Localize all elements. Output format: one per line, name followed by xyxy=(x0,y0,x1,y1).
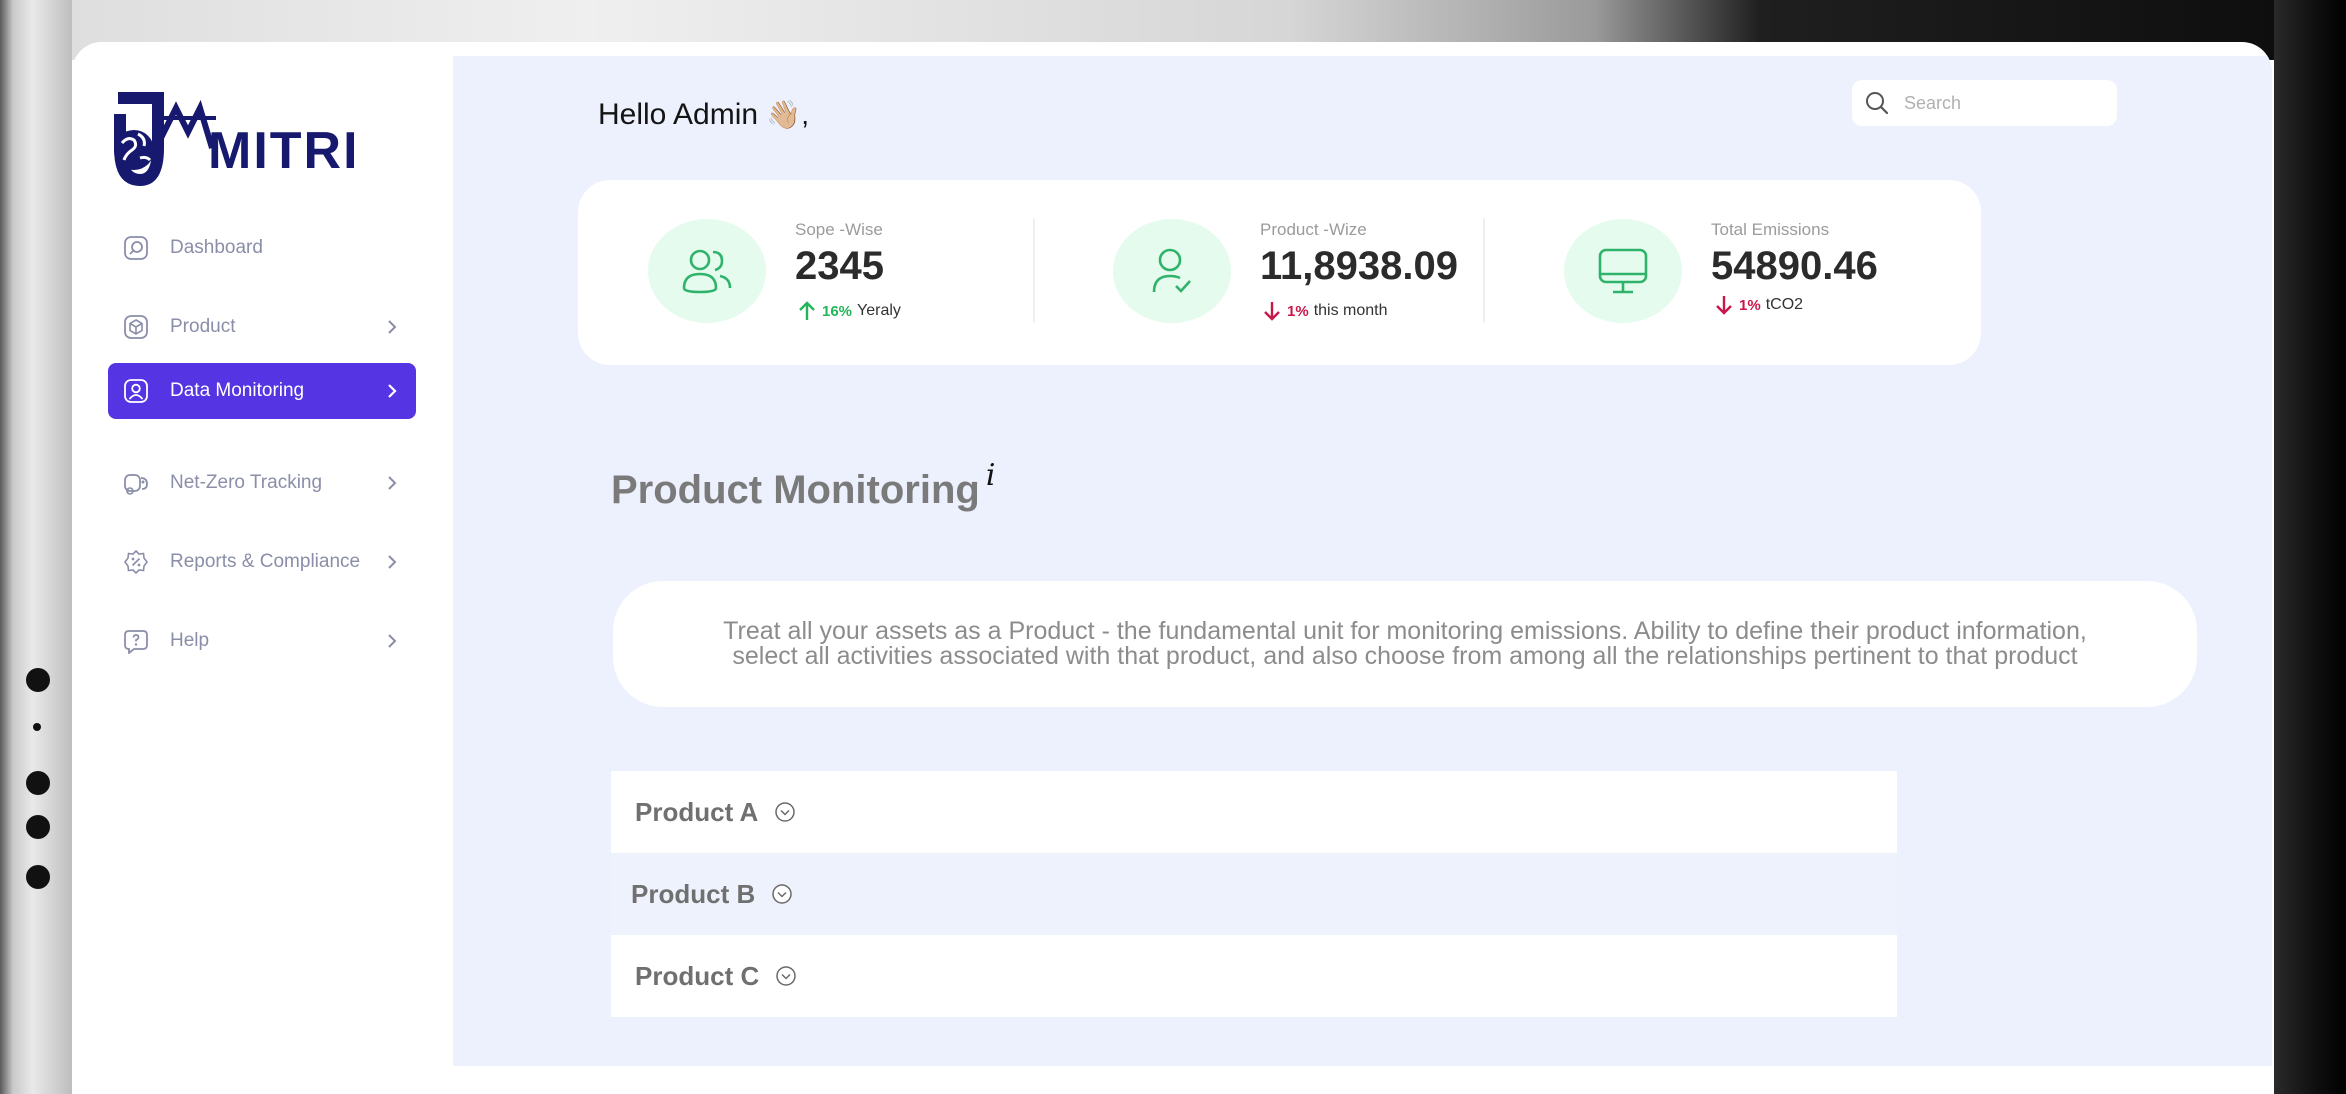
chevron-right-icon xyxy=(382,633,402,649)
sidebar-item-reports-compliance[interactable]: Reports & Compliance xyxy=(108,534,416,590)
stat-product-wise: Product -Wize 11,8938.09 1% this month xyxy=(1038,180,1488,365)
main-content: Hello Admin 👋🏼, Sope -Wise 2345 16% Yera… xyxy=(453,56,2272,1066)
stat-value: 2345 xyxy=(795,244,884,288)
sidebar-item-label: Net-Zero Tracking xyxy=(170,472,323,493)
monitor-icon xyxy=(1564,219,1682,323)
search-icon xyxy=(1864,90,1890,116)
user-monitor-icon xyxy=(122,377,150,405)
chevron-down-icon[interactable] xyxy=(775,965,797,987)
stat-divider xyxy=(1033,218,1035,323)
arrow-up-icon xyxy=(799,301,815,320)
stat-value: 11,8938.09 xyxy=(1260,244,1458,288)
sidebar-item-dashboard[interactable]: Dashboard xyxy=(108,220,416,276)
description-card: Treat all your assets as a Product - the… xyxy=(613,581,2197,707)
stat-trend: 1% tCO2 xyxy=(1713,294,1803,316)
product-label: Product A xyxy=(635,796,759,827)
chevron-down-icon[interactable] xyxy=(774,801,796,823)
tracking-icon xyxy=(122,469,150,497)
stat-trend: 16% Yeraly xyxy=(796,300,901,322)
product-row-b[interactable]: Product B xyxy=(611,853,1897,935)
info-icon[interactable]: i xyxy=(986,458,996,493)
sidebar: MITRIX Dashboard Product Data Monitoring xyxy=(72,42,452,1094)
chevron-right-icon xyxy=(382,475,402,491)
svg-text:MITRIX: MITRIX xyxy=(208,122,354,180)
trend-text: this month xyxy=(1313,302,1388,319)
product-row-c[interactable]: Product C xyxy=(611,935,1897,1017)
sidebar-item-label: Data Monitoring xyxy=(170,380,305,401)
logo-mark-icon: MITRIX xyxy=(114,92,394,186)
device-dot xyxy=(26,771,50,795)
user-check-icon xyxy=(1113,219,1231,323)
users-icon xyxy=(648,219,766,323)
trend-percent: 16% xyxy=(822,302,853,320)
trend-text: Yeraly xyxy=(857,302,901,319)
box-icon xyxy=(122,313,150,341)
device-dot xyxy=(26,815,50,839)
sidebar-item-label: Dashboard xyxy=(170,237,263,258)
arrow-down-icon xyxy=(1716,296,1732,315)
chevron-right-icon xyxy=(382,554,402,570)
brand-logo[interactable]: MITRIX xyxy=(104,88,394,192)
stat-divider xyxy=(1483,218,1485,323)
product-list: Product A Product B Product C xyxy=(611,771,1897,1017)
dashboard-icon xyxy=(122,234,150,262)
trend-percent: 1% xyxy=(1739,296,1761,314)
help-icon xyxy=(122,627,150,655)
description-line: Treat all your assets as a Product - the… xyxy=(723,617,2087,645)
wave-emoji: 👋🏼, xyxy=(766,99,810,130)
chevron-right-icon xyxy=(382,319,402,335)
chevron-right-icon xyxy=(382,383,402,399)
sidebar-item-label: Reports & Compliance xyxy=(170,551,361,572)
sidebar-item-label: Product xyxy=(170,316,236,337)
sidebar-item-product[interactable]: Product xyxy=(108,299,416,355)
trend-percent: 1% xyxy=(1287,302,1309,320)
product-label: Product C xyxy=(635,960,760,991)
stat-total-emissions: Total Emissions 54890.46 1% tCO2 xyxy=(1488,180,1968,365)
stat-scope-wise: Sope -Wise 2345 16% Yeraly xyxy=(578,180,1038,365)
device-frame-left xyxy=(0,0,72,1094)
product-row-a[interactable]: Product A xyxy=(611,771,1897,853)
device-dot xyxy=(33,723,41,731)
stat-label: Sope -Wise xyxy=(795,220,883,239)
product-label: Product B xyxy=(631,878,756,909)
device-dot xyxy=(26,668,50,692)
device-dot xyxy=(26,865,50,889)
stat-label: Product -Wize xyxy=(1260,220,1367,239)
description-line: select all activities associated with th… xyxy=(732,642,2078,670)
chevron-down-icon[interactable] xyxy=(771,883,793,905)
trend-text: tCO2 xyxy=(1765,296,1804,313)
greeting-text: Hello Admin xyxy=(598,98,759,131)
device-frame-right xyxy=(2274,0,2346,1094)
search-input[interactable] xyxy=(1902,91,2096,115)
sidebar-item-net-zero-tracking[interactable]: Net-Zero Tracking xyxy=(108,455,416,511)
app-screen: MITRIX Dashboard Product Data Monitoring xyxy=(72,42,2272,1094)
page-title-text: Product Monitoring xyxy=(611,468,980,512)
search-box[interactable] xyxy=(1852,80,2117,126)
greeting-heading: Hello Admin 👋🏼, xyxy=(598,98,809,132)
sidebar-item-label: Help xyxy=(170,630,210,651)
page-title: Product Monitoring i xyxy=(611,458,995,513)
sidebar-item-help[interactable]: Help xyxy=(108,613,416,669)
stat-trend: 1% this month xyxy=(1261,300,1388,322)
stat-label: Total Emissions xyxy=(1711,220,1830,239)
badge-percent-icon xyxy=(122,548,150,576)
stat-value: 54890.46 xyxy=(1711,244,1878,288)
sidebar-item-data-monitoring[interactable]: Data Monitoring xyxy=(108,363,416,419)
arrow-down-icon xyxy=(1264,302,1280,321)
stats-card: Sope -Wise 2345 16% Yeraly Product -Wize… xyxy=(578,180,1981,365)
